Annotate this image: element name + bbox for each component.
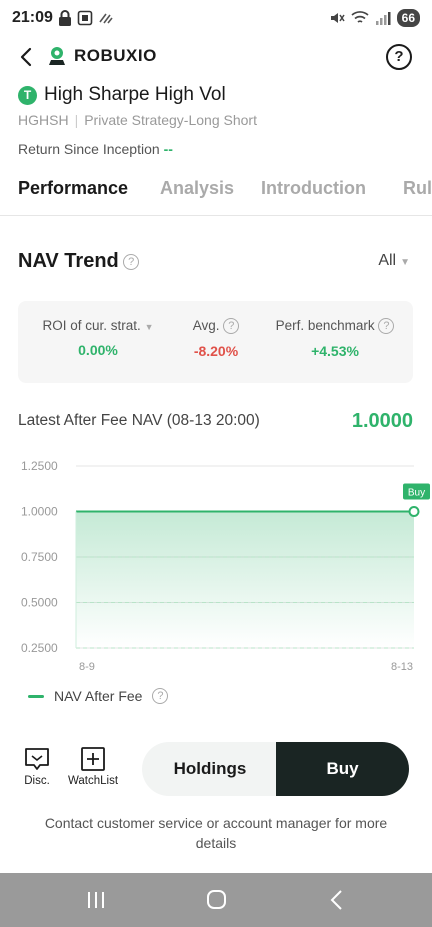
- tab-performance[interactable]: Performance: [18, 178, 128, 199]
- home-icon: [207, 890, 226, 909]
- disc-label: Disc.: [24, 775, 50, 787]
- back-nav-icon: [330, 890, 342, 910]
- y-tick-label: 0.2500: [21, 641, 58, 655]
- stat-label: Perf. benchmark: [275, 318, 375, 333]
- stat-value: +4.53%: [311, 343, 359, 360]
- period-value: All: [378, 252, 397, 269]
- stat-value: 0.00%: [78, 342, 118, 358]
- caret-down-icon: ▼: [144, 322, 154, 332]
- latest-nav: Latest After Fee NAV (08-13 20:00) 1.000…: [18, 410, 413, 436]
- x-tick-label: 8-13: [391, 661, 413, 673]
- help-icon[interactable]: ?: [378, 318, 395, 335]
- tab-rules[interactable]: Rul: [403, 178, 432, 199]
- brand-name: ROBUXIO: [74, 46, 157, 65]
- stat-avg: Avg. ? -8.20%: [186, 318, 246, 359]
- brand: ROBUXIO: [46, 45, 157, 67]
- strategy-title: High Sharpe High Vol: [44, 84, 226, 105]
- status-bar: 21:09 66: [0, 0, 432, 38]
- recent-apps-icon: [88, 892, 104, 908]
- period-select[interactable]: All ▼: [378, 252, 410, 270]
- stat-label: Avg.: [192, 318, 220, 333]
- system-nav-bar: [0, 873, 432, 927]
- last-data-point: [408, 506, 420, 517]
- back-nav-button[interactable]: [322, 887, 352, 913]
- back-button[interactable]: [14, 44, 40, 70]
- tab-bar: Performance Analysis Introduction Rul: [0, 170, 432, 216]
- stat-benchmark: Perf. benchmark ? +4.53%: [270, 318, 400, 359]
- inception-label: Return Since Inception: [18, 141, 160, 157]
- wifi-icon: [351, 11, 369, 23]
- status-time: 21:09: [12, 9, 53, 26]
- disclosure-button[interactable]: Disc.: [14, 746, 60, 787]
- help-icon[interactable]: ?: [223, 318, 240, 335]
- y-tick-label: 1.0000: [21, 505, 58, 519]
- y-tick-label: 0.5000: [21, 596, 58, 610]
- contact-text: Contact customer service or account mana…: [44, 815, 388, 851]
- help-icon[interactable]: ?: [152, 688, 169, 704]
- inception-value: --: [163, 141, 173, 157]
- cell-signal-icon: [375, 12, 391, 25]
- nav-trend-header: NAV Trend ? All ▼: [18, 250, 414, 278]
- app-header: ROBUXIO ?: [0, 38, 432, 74]
- disclosure-icon: [25, 748, 49, 770]
- tab-introduction[interactable]: Introduction: [261, 178, 366, 199]
- latest-nav-value: 1.0000: [351, 410, 413, 432]
- stats-box: ROI of cur. strat. ▼ 0.00% Avg. ? -8.20%…: [18, 301, 413, 383]
- brand-logo-icon: [49, 47, 65, 65]
- legend-label: NAV After Fee: [54, 688, 143, 704]
- tether-icon: T: [18, 85, 37, 105]
- chevron-left-icon: [20, 47, 32, 67]
- strategy-info: T High Sharpe High Vol HGHSH | Private S…: [18, 84, 418, 128]
- bottom-actions: Disc. WatchList Holdings Buy: [0, 740, 432, 802]
- strategy-type: Private Strategy-Long Short: [84, 112, 257, 128]
- watchlist-label: WatchList: [67, 775, 119, 787]
- meta-separator: |: [74, 112, 79, 128]
- x-tick-label: 8-9: [79, 661, 95, 673]
- signal-strike-icon: [99, 13, 113, 24]
- nav-chart: 1.2500 1.0000 0.7500 0.5000 0.2500 Buy 8-9 8-13: [21, 459, 430, 673]
- add-watchlist-icon: [81, 747, 105, 771]
- buy-button[interactable]: Buy: [276, 742, 409, 796]
- status-left-icons: [58, 10, 114, 26]
- mute-icon: [330, 13, 345, 23]
- stat-label: ROI of cur. strat.: [42, 318, 141, 333]
- strategy-meta: HGHSH | Private Strategy-Long Short: [18, 112, 418, 128]
- legend-swatch: [28, 694, 44, 698]
- screenshot-icon: [77, 10, 93, 26]
- buy-marker-label: Buy: [408, 488, 425, 499]
- series-area: [76, 511, 414, 648]
- y-tick-label: 0.7500: [21, 550, 58, 564]
- caret-down-icon: ▼: [400, 257, 410, 268]
- lock-icon: [59, 10, 71, 26]
- nav-trend-title: NAV Trend: [18, 250, 119, 272]
- inception-return: Return Since Inception --: [18, 141, 173, 157]
- battery-indicator: 66: [396, 9, 420, 27]
- watchlist-button[interactable]: WatchList: [64, 746, 122, 787]
- stat-value: -8.20%: [193, 343, 239, 360]
- y-tick-label: 1.2500: [21, 459, 58, 473]
- stat-roi[interactable]: ROI of cur. strat. ▼ 0.00%: [38, 318, 158, 358]
- status-right-icons: 66: [329, 9, 420, 27]
- tab-analysis[interactable]: Analysis: [160, 178, 234, 199]
- help-icon[interactable]: ?: [123, 253, 140, 270]
- chart-legend: NAV After Fee ?: [28, 688, 169, 704]
- holdings-button[interactable]: Holdings: [142, 742, 278, 796]
- strategy-code: HGHSH: [18, 112, 69, 128]
- home-button[interactable]: [201, 887, 231, 913]
- recent-apps-button[interactable]: [81, 887, 111, 913]
- help-button[interactable]: ?: [386, 44, 412, 70]
- latest-nav-label: Latest After Fee NAV (08-13 20:00): [18, 412, 260, 429]
